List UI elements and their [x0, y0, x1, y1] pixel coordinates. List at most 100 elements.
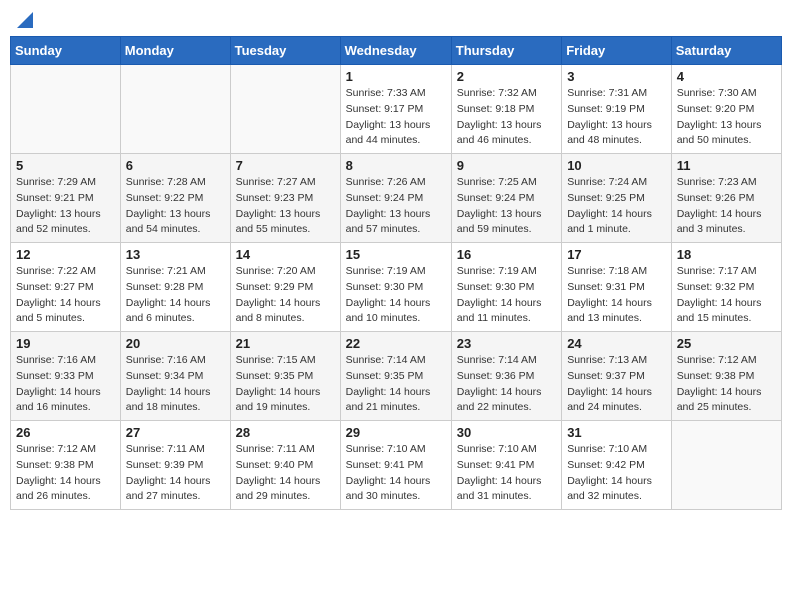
- day-info: Sunrise: 7:23 AMSunset: 9:26 PMDaylight:…: [677, 175, 776, 238]
- day-info: Sunrise: 7:13 AMSunset: 9:37 PMDaylight:…: [567, 353, 666, 416]
- day-number: 11: [677, 158, 776, 173]
- day-info: Sunrise: 7:26 AMSunset: 9:24 PMDaylight:…: [346, 175, 446, 238]
- day-header-saturday: Saturday: [671, 37, 781, 65]
- logo: [14, 10, 33, 28]
- day-info: Sunrise: 7:33 AMSunset: 9:17 PMDaylight:…: [346, 86, 446, 149]
- day-number: 30: [457, 425, 556, 440]
- day-number: 13: [126, 247, 225, 262]
- day-info: Sunrise: 7:10 AMSunset: 9:41 PMDaylight:…: [346, 442, 446, 505]
- day-info: Sunrise: 7:18 AMSunset: 9:31 PMDaylight:…: [567, 264, 666, 327]
- day-info: Sunrise: 7:28 AMSunset: 9:22 PMDaylight:…: [126, 175, 225, 238]
- calendar-cell: 15 Sunrise: 7:19 AMSunset: 9:30 PMDayligh…: [340, 243, 451, 332]
- calendar-cell: 22Sunrise: 7:14 AMSunset: 9:35 PMDayligh…: [340, 332, 451, 421]
- day-info: Sunrise: 7:25 AMSunset: 9:24 PMDaylight:…: [457, 175, 556, 238]
- calendar-cell: 30 Sunrise: 7:10 AMSunset: 9:41 PMDayligh…: [451, 421, 561, 510]
- calendar-cell: [120, 65, 230, 154]
- day-number: 14: [236, 247, 335, 262]
- day-number: 25: [677, 336, 776, 351]
- day-number: 6: [126, 158, 225, 173]
- calendar-cell: 13 Sunrise: 7:21 AMSunset: 9:28 PMDayligh…: [120, 243, 230, 332]
- day-number: 15: [346, 247, 446, 262]
- calendar-cell: 19 Sunrise: 7:16 AMSunset: 9:33 PMDayligh…: [11, 332, 121, 421]
- day-number: 12: [16, 247, 115, 262]
- day-number: 22: [346, 336, 446, 351]
- day-info: Sunrise: 7:31 AMSunset: 9:19 PMDaylight:…: [567, 86, 666, 149]
- day-info: Sunrise: 7:19 AMSunset: 9:30 PMDaylight:…: [346, 264, 446, 327]
- calendar-cell: [11, 65, 121, 154]
- day-number: 9: [457, 158, 556, 173]
- calendar-cell: 23 Sunrise: 7:14 AMSunset: 9:36 PMDayligh…: [451, 332, 561, 421]
- calendar-cell: 4 Sunrise: 7:30 AMSunset: 9:20 PMDaylight…: [671, 65, 781, 154]
- calendar-cell: [671, 421, 781, 510]
- day-info: Sunrise: 7:11 AMSunset: 9:39 PMDaylight:…: [126, 442, 225, 505]
- day-number: 16: [457, 247, 556, 262]
- week-row-1: 1Sunrise: 7:33 AMSunset: 9:17 PMDaylight…: [11, 65, 782, 154]
- calendar-cell: [230, 65, 340, 154]
- day-info: Sunrise: 7:21 AMSunset: 9:28 PMDaylight:…: [126, 264, 225, 327]
- day-info: Sunrise: 7:14 AMSunset: 9:36 PMDaylight:…: [457, 353, 556, 416]
- day-number: 21: [236, 336, 335, 351]
- day-header-friday: Friday: [562, 37, 672, 65]
- calendar-cell: 18 Sunrise: 7:17 AMSunset: 9:32 PMDayligh…: [671, 243, 781, 332]
- day-number: 24: [567, 336, 666, 351]
- day-number: 29: [346, 425, 446, 440]
- day-header-wednesday: Wednesday: [340, 37, 451, 65]
- calendar-cell: 26 Sunrise: 7:12 AMSunset: 9:38 PMDayligh…: [11, 421, 121, 510]
- calendar-cell: 2 Sunrise: 7:32 AMSunset: 9:18 PMDaylight…: [451, 65, 561, 154]
- week-row-4: 19 Sunrise: 7:16 AMSunset: 9:33 PMDayligh…: [11, 332, 782, 421]
- calendar-cell: 10 Sunrise: 7:24 AMSunset: 9:25 PMDayligh…: [562, 154, 672, 243]
- calendar-cell: 11 Sunrise: 7:23 AMSunset: 9:26 PMDayligh…: [671, 154, 781, 243]
- day-number: 27: [126, 425, 225, 440]
- day-number: 31: [567, 425, 666, 440]
- day-number: 2: [457, 69, 556, 84]
- day-info: Sunrise: 7:29 AMSunset: 9:21 PMDaylight:…: [16, 175, 115, 238]
- week-row-3: 12Sunrise: 7:22 AMSunset: 9:27 PMDayligh…: [11, 243, 782, 332]
- day-header-thursday: Thursday: [451, 37, 561, 65]
- day-number: 23: [457, 336, 556, 351]
- calendar-cell: 25 Sunrise: 7:12 AMSunset: 9:38 PMDayligh…: [671, 332, 781, 421]
- day-number: 5: [16, 158, 115, 173]
- day-number: 19: [16, 336, 115, 351]
- week-row-2: 5 Sunrise: 7:29 AMSunset: 9:21 PMDaylight…: [11, 154, 782, 243]
- calendar-cell: 27 Sunrise: 7:11 AMSunset: 9:39 PMDayligh…: [120, 421, 230, 510]
- calendar-cell: 29 Sunrise: 7:10 AMSunset: 9:41 PMDayligh…: [340, 421, 451, 510]
- calendar-cell: 28Sunrise: 7:11 AMSunset: 9:40 PMDayligh…: [230, 421, 340, 510]
- calendar-cell: 17 Sunrise: 7:18 AMSunset: 9:31 PMDayligh…: [562, 243, 672, 332]
- day-number: 4: [677, 69, 776, 84]
- day-info: Sunrise: 7:20 AMSunset: 9:29 PMDaylight:…: [236, 264, 335, 327]
- calendar-body: 1Sunrise: 7:33 AMSunset: 9:17 PMDaylight…: [11, 65, 782, 510]
- day-info: Sunrise: 7:24 AMSunset: 9:25 PMDaylight:…: [567, 175, 666, 238]
- day-info: Sunrise: 7:16 AMSunset: 9:34 PMDaylight:…: [126, 353, 225, 416]
- page-header: [10, 10, 782, 28]
- day-header-tuesday: Tuesday: [230, 37, 340, 65]
- day-header-monday: Monday: [120, 37, 230, 65]
- day-info: Sunrise: 7:10 AMSunset: 9:41 PMDaylight:…: [457, 442, 556, 505]
- calendar-cell: 31 Sunrise: 7:10 AMSunset: 9:42 PMDayligh…: [562, 421, 672, 510]
- calendar-cell: 12Sunrise: 7:22 AMSunset: 9:27 PMDayligh…: [11, 243, 121, 332]
- calendar-cell: 6 Sunrise: 7:28 AMSunset: 9:22 PMDaylight…: [120, 154, 230, 243]
- day-number: 26: [16, 425, 115, 440]
- calendar-cell: 8 Sunrise: 7:26 AMSunset: 9:24 PMDaylight…: [340, 154, 451, 243]
- day-info: Sunrise: 7:17 AMSunset: 9:32 PMDaylight:…: [677, 264, 776, 327]
- day-number: 17: [567, 247, 666, 262]
- day-info: Sunrise: 7:16 AMSunset: 9:33 PMDaylight:…: [16, 353, 115, 416]
- day-number: 18: [677, 247, 776, 262]
- day-info: Sunrise: 7:11 AMSunset: 9:40 PMDaylight:…: [236, 442, 335, 505]
- day-info: Sunrise: 7:15 AMSunset: 9:35 PMDaylight:…: [236, 353, 335, 416]
- day-info: Sunrise: 7:32 AMSunset: 9:18 PMDaylight:…: [457, 86, 556, 149]
- calendar-cell: 3 Sunrise: 7:31 AMSunset: 9:19 PMDaylight…: [562, 65, 672, 154]
- calendar-cell: 16Sunrise: 7:19 AMSunset: 9:30 PMDayligh…: [451, 243, 561, 332]
- day-number: 10: [567, 158, 666, 173]
- day-info: Sunrise: 7:30 AMSunset: 9:20 PMDaylight:…: [677, 86, 776, 149]
- calendar-cell: 5 Sunrise: 7:29 AMSunset: 9:21 PMDaylight…: [11, 154, 121, 243]
- day-number: 3: [567, 69, 666, 84]
- calendar-header-row: SundayMondayTuesdayWednesdayThursdayFrid…: [11, 37, 782, 65]
- day-info: Sunrise: 7:12 AMSunset: 9:38 PMDaylight:…: [16, 442, 115, 505]
- day-info: Sunrise: 7:27 AMSunset: 9:23 PMDaylight:…: [236, 175, 335, 238]
- calendar-cell: 1Sunrise: 7:33 AMSunset: 9:17 PMDaylight…: [340, 65, 451, 154]
- day-info: Sunrise: 7:12 AMSunset: 9:38 PMDaylight:…: [677, 353, 776, 416]
- day-info: Sunrise: 7:10 AMSunset: 9:42 PMDaylight:…: [567, 442, 666, 505]
- calendar-cell: 9 Sunrise: 7:25 AMSunset: 9:24 PMDaylight…: [451, 154, 561, 243]
- day-number: 8: [346, 158, 446, 173]
- day-number: 20: [126, 336, 225, 351]
